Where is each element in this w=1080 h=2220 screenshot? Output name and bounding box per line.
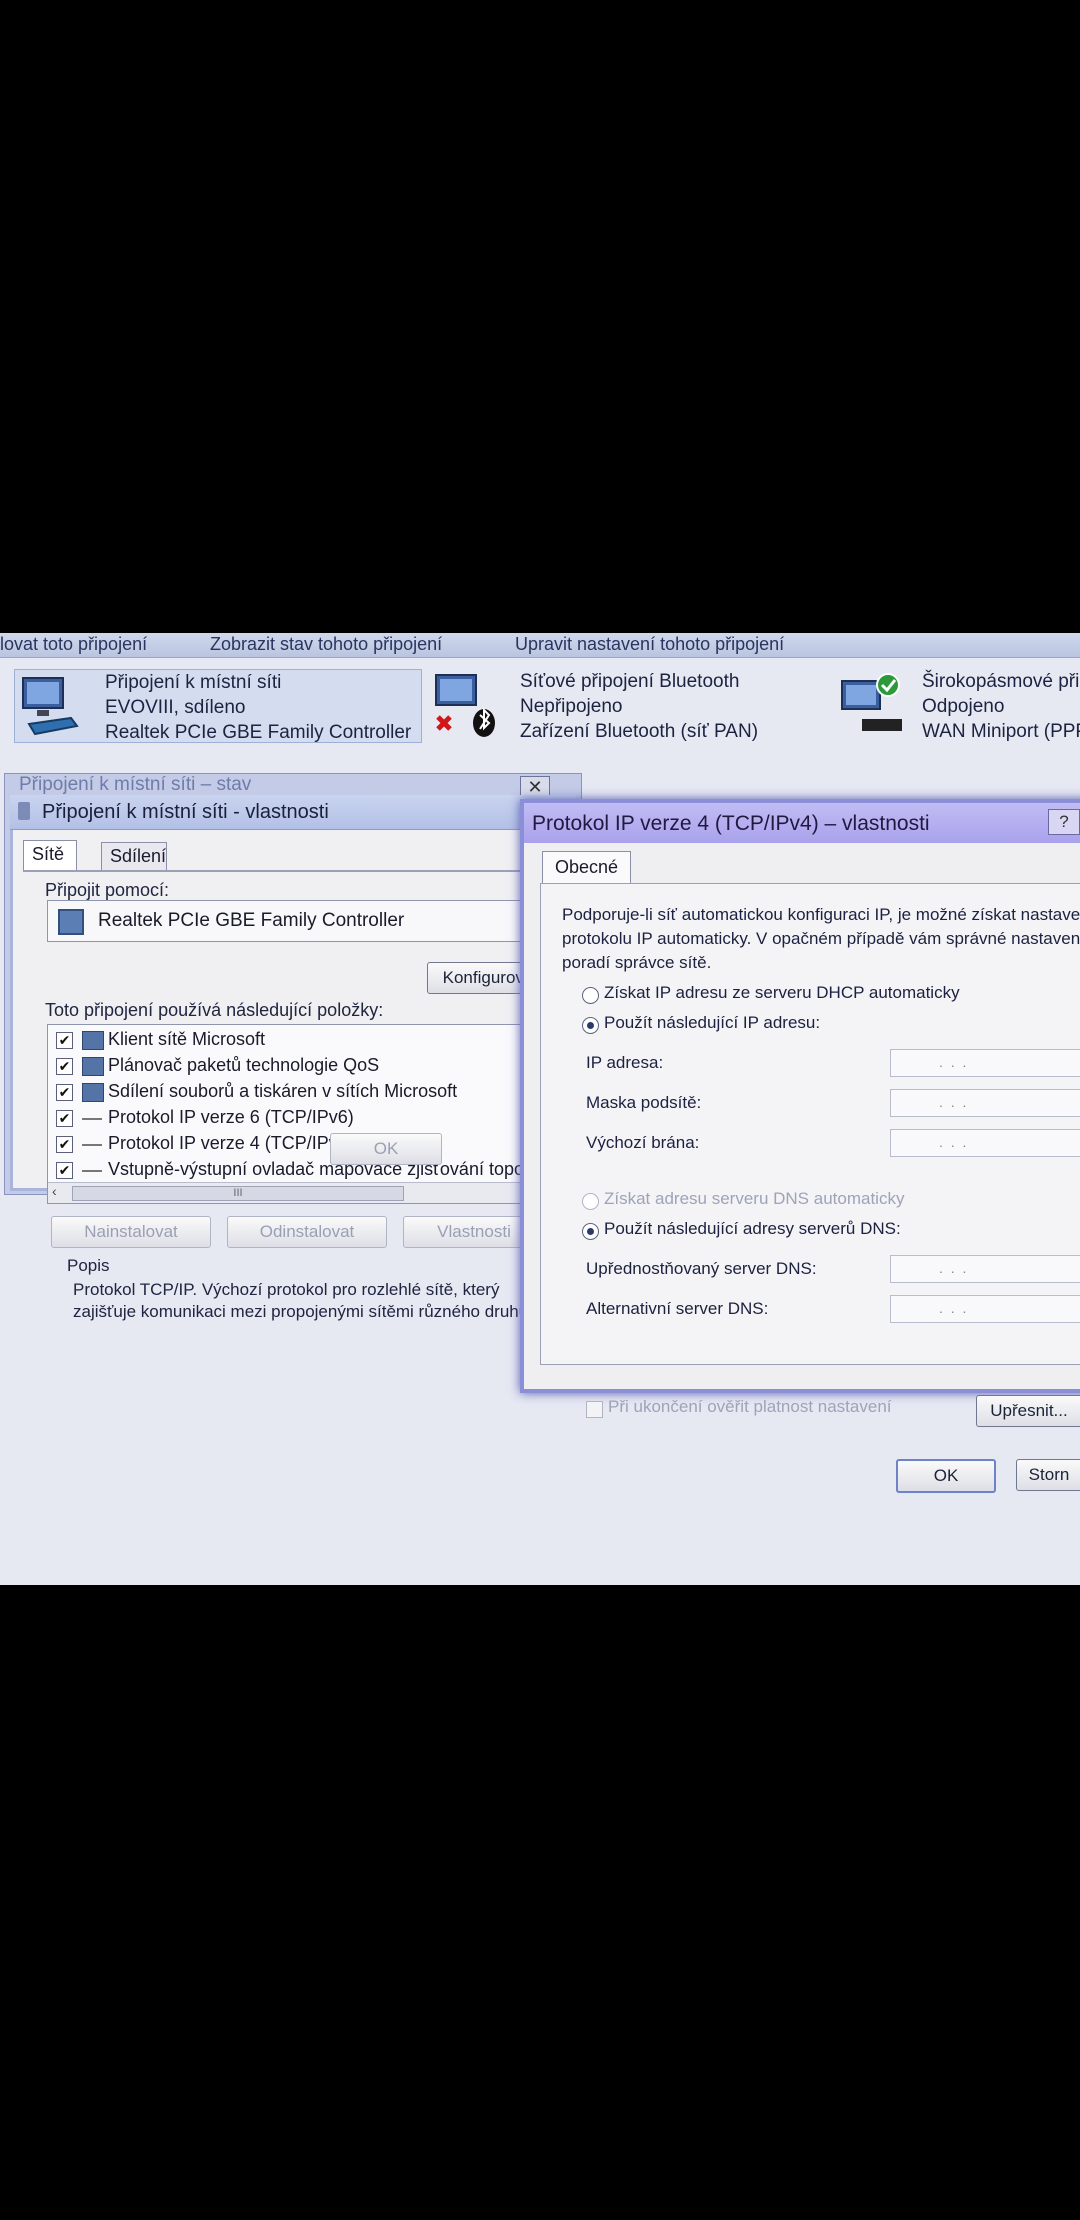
dhcp-radio[interactable] [582,987,599,1004]
ipv4-ok-button[interactable]: OK [896,1459,996,1493]
info-line: poradí správce sítě. [562,953,712,972]
tab-sharing[interactable]: Sdílení [101,842,167,871]
connection-device: Realtek PCIe GBE Family Controller [105,722,412,743]
items-label: Toto připojení používá následující polož… [45,1000,384,1020]
validate-checkbox[interactable] [586,1401,603,1418]
protocol-icon [82,1109,102,1120]
properties-dialog-titlebar: Připojení k místní síti - vlastnosti [10,795,576,830]
adapter-name: Realtek PCIe GBE Family Controller [98,910,405,931]
connection-status: Odpojeno [922,696,1005,717]
connection-status: EVOVIII, sdíleno [105,697,246,718]
status-dialog-title: Připojení k místní síti – stav [19,774,252,795]
ipv4-dialog-titlebar: Protokol IP verze 4 (TCP/IPv4) – vlastno… [524,803,1080,843]
item-label: Klient sítě Microsoft [108,1029,266,1049]
horizontal-scrollbar[interactable]: ‹ III [48,1182,526,1203]
item-checkbox[interactable]: ✔ [56,1110,73,1127]
command-view-status[interactable]: Zobrazit stav tohoto připojení [210,634,442,655]
protocol-icon [82,1161,102,1172]
preferred-dns-field[interactable]: . . . [890,1255,1080,1283]
connection-bluetooth[interactable]: Síťové připojení Bluetooth Nepřipojeno Z… [432,669,762,742]
ip-address-label: IP adresa: [586,1053,664,1072]
item-label: Sdílení souborů a tiskáren v sítích Micr… [108,1081,458,1101]
ipv4-dialog-title: Protokol IP verze 4 (TCP/IPv4) – vlastno… [532,812,930,835]
tab-panel [23,870,545,872]
item-checkbox[interactable]: ✔ [56,1032,73,1049]
info-line: protokolu IP automaticky. V opačném příp… [562,929,1080,948]
adapter-box: Realtek PCIe GBE Family Controller [47,900,529,942]
connection-name: Širokopásmové přip [922,671,1080,692]
connection-status: Nepřipojeno [520,696,623,717]
tab-general[interactable]: Obecné [542,851,632,884]
item-label: Plánovač paketů technologie QoS [108,1055,380,1075]
static-ip-radio[interactable] [582,1017,599,1034]
description-text: zajišťuje komunikaci mezi propojenými sí… [73,1302,529,1321]
help-icon[interactable]: ? [1048,809,1080,835]
validate-label: Při ukončení ověřit platnost nastavení [608,1397,892,1416]
info-text: Podporuje-li síť automatickou konfigurac… [562,903,1080,975]
connect-using-label: Připojit pomocí: [45,880,170,900]
protocol-icon [82,1135,102,1146]
dhcp-radio-label: Získat IP adresu ze serveru DHCP automat… [604,983,960,1002]
static-ip-radio-label: Použít následující IP adresu: [604,1013,821,1032]
connection-name: Připojení k místní síti [105,672,282,693]
bluetooth-network-icon [435,674,495,737]
client-icon [82,1031,104,1050]
item-label: Protokol IP verze 4 (TCP/IPv4) [108,1133,354,1153]
item-checkbox[interactable]: ✔ [56,1084,73,1101]
info-line: Podporuje-li síť automatickou konfigurac… [562,905,1080,924]
item-checkbox[interactable]: ✔ [56,1162,73,1179]
scroll-thumb[interactable]: III [72,1186,404,1201]
connection-device: Zařízení Bluetooth (síť PAN) [520,721,759,742]
uninstall-button[interactable]: Odinstalovat [227,1216,387,1248]
scroll-left-icon[interactable]: ‹ [52,1183,57,1199]
tab-networking[interactable]: Sítě [23,840,77,871]
network-plug-icon [18,802,30,820]
properties-dialog: Připojení k místní síti - vlastnosti Sít… [10,795,576,1321]
command-bar: lovat toto připojení Zobrazit stav tohot… [0,633,1080,658]
item-label: Vstupně-výstupní ovladač mapovače zjišťo… [108,1159,524,1179]
ipv4-dialog: Protokol IP verze 4 (TCP/IPv4) – vlastno… [520,799,1080,1393]
connection-device: WAN Miniport (PPP [922,721,1080,742]
install-button[interactable]: Nainstalovat [51,1216,211,1248]
network-adapter-icon [22,677,79,736]
description-label: Popis [67,1256,110,1275]
subnet-mask-field[interactable]: . . . [890,1089,1080,1117]
ipv4-cancel-button[interactable]: Storn [1016,1459,1080,1491]
items-list: ✔ Klient sítě Microsoft ✔ Plánovač paket… [47,1024,529,1204]
advanced-button[interactable]: Upřesnit... [976,1395,1080,1427]
description-text: Protokol TCP/IP. Výchozí protokol pro ro… [73,1280,500,1299]
alternate-dns-field[interactable]: . . . [890,1295,1080,1323]
command-rename[interactable]: lovat toto připojení [0,634,147,655]
connection-name: Síťové připojení Bluetooth [520,671,740,692]
preferred-dns-label: Upřednostňovaný server DNS: [586,1259,817,1278]
dns-auto-radio[interactable] [582,1193,599,1210]
dns-static-radio[interactable] [582,1223,599,1240]
dns-auto-radio-label: Získat adresu serveru DNS automaticky [604,1189,905,1208]
item-label: Protokol IP verze 6 (TCP/IPv6) [108,1107,354,1127]
adapter-icon [58,909,84,935]
connection-broadband[interactable]: Širokopásmové přip Odpojeno WAN Miniport… [840,669,1080,742]
ok-button[interactable]: OK [330,1133,442,1165]
gateway-field[interactable]: . . . [890,1129,1080,1157]
connection-local-network[interactable]: Připojení k místní síti EVOVIII, sdíleno… [14,669,422,743]
service-icon [82,1083,104,1102]
service-icon [82,1057,104,1076]
command-change-settings[interactable]: Upravit nastavení tohoto připojení [515,634,784,655]
properties-dialog-title: Připojení k místní síti - vlastnosti [42,801,329,823]
screen: lovat toto připojení Zobrazit stav tohot… [0,633,1080,1585]
broadband-connection-icon [841,673,902,731]
alternate-dns-label: Alternativní server DNS: [586,1299,769,1318]
subnet-mask-label: Maska podsítě: [586,1093,702,1112]
item-checkbox[interactable]: ✔ [56,1136,73,1153]
item-checkbox[interactable]: ✔ [56,1058,73,1075]
dns-static-radio-label: Použít následující adresy serverů DNS: [604,1219,901,1238]
ip-address-field[interactable]: . . . [890,1049,1080,1077]
gateway-label: Výchozí brána: [586,1133,700,1152]
